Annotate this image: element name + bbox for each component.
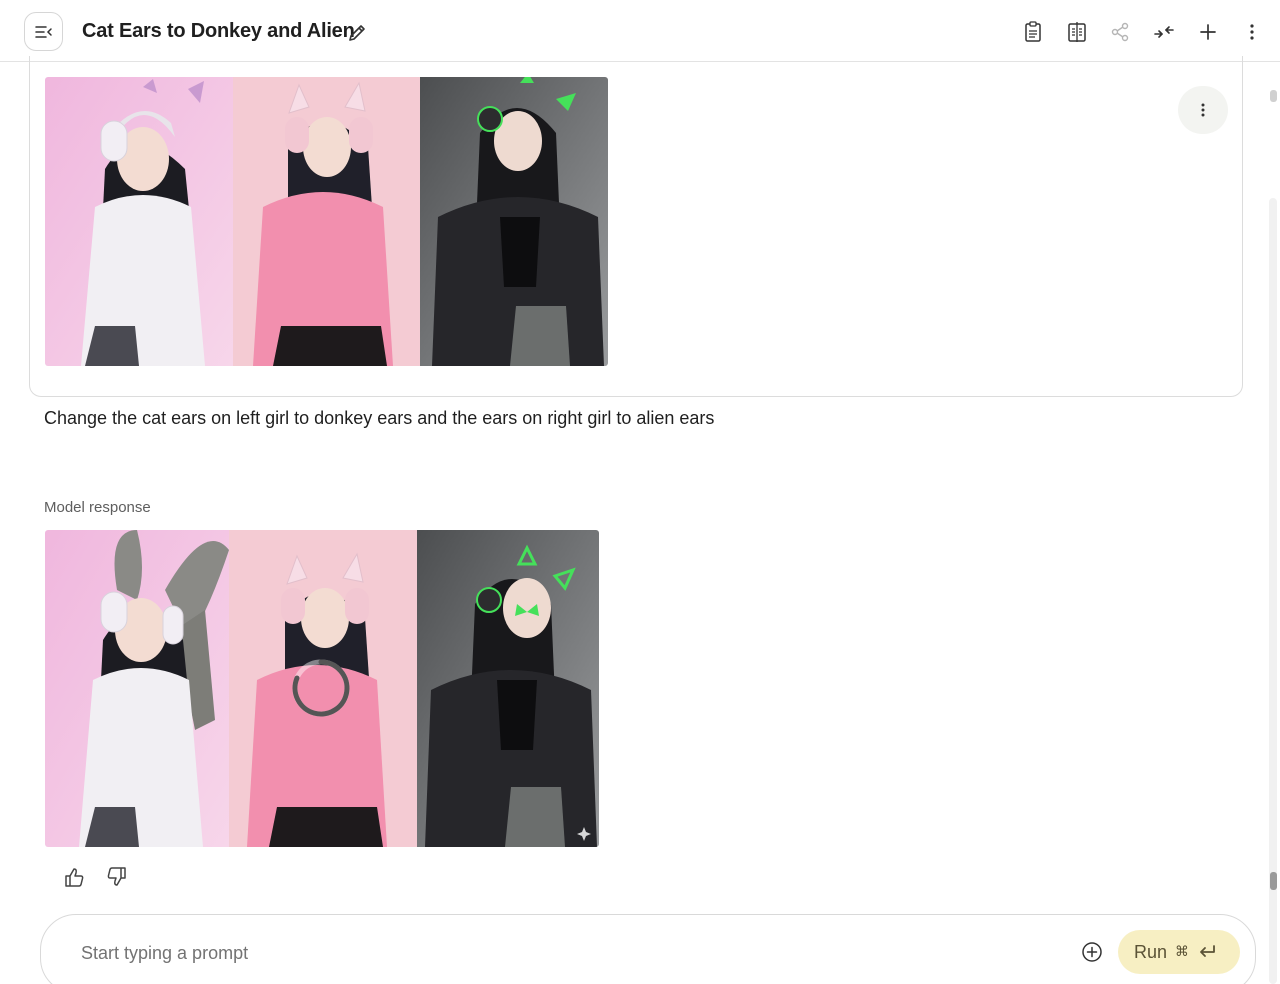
response-image[interactable] — [45, 530, 599, 847]
top-bar: Cat Ears to Donkey and Alien — [0, 0, 1280, 62]
prompt-more-button[interactable] — [1178, 86, 1228, 134]
collapse-icon — [1154, 26, 1174, 38]
run-shortcut-command: ⌘ — [1175, 944, 1190, 960]
prompt-text: Change the cat ears on left girl to donk… — [44, 408, 715, 428]
page-title: Cat Ears to Donkey and Alien — [82, 20, 355, 42]
more-options-button[interactable] — [1240, 20, 1264, 44]
thumbs-up-icon — [65, 868, 84, 887]
thumbs-up-button[interactable] — [61, 864, 87, 890]
run-button-label: Run — [1134, 941, 1168, 962]
prompt-input[interactable] — [81, 939, 981, 967]
add-circle-icon — [1082, 942, 1102, 962]
run-button[interactable]: Run ⌘ — [1118, 930, 1240, 974]
add-media-button[interactable] — [1081, 941, 1103, 963]
clipboard-button[interactable] — [1021, 20, 1045, 44]
prompt-image-panel-left — [45, 77, 233, 366]
compare-button[interactable] — [1065, 20, 1089, 44]
menu-collapse-button[interactable] — [24, 12, 63, 51]
plus-icon — [1200, 24, 1216, 40]
response-image-panel-left — [45, 530, 229, 847]
menu-collapse-icon — [34, 25, 52, 38]
compare-icon — [1068, 22, 1086, 42]
thumbs-down-icon — [107, 867, 126, 886]
scrollbar[interactable] — [1266, 63, 1280, 984]
thumbs-down-button[interactable] — [104, 864, 130, 890]
model-response-label: Model response — [44, 499, 151, 516]
collapse-button[interactable] — [1152, 20, 1176, 44]
edit-icon — [349, 25, 365, 41]
clipboard-icon — [1025, 21, 1041, 42]
share-icon — [1111, 22, 1129, 42]
scroll-marker-top — [1270, 90, 1277, 102]
more-vert-icon — [1250, 24, 1254, 40]
response-image-panel-right — [417, 530, 599, 847]
prompt-input-bar: Run ⌘ — [40, 914, 1256, 984]
prompt-image-panel-right — [420, 77, 608, 366]
prompt-image-panel-middle — [233, 77, 420, 366]
prompt-image[interactable] — [45, 77, 608, 366]
share-button[interactable] — [1108, 20, 1132, 44]
enter-key-icon — [1200, 945, 1215, 957]
scroll-marker — [1270, 872, 1277, 890]
edit-title-button[interactable] — [346, 22, 368, 44]
more-vert-icon — [1201, 103, 1205, 117]
scroll-thumb[interactable] — [1269, 198, 1277, 984]
new-chat-button[interactable] — [1196, 20, 1220, 44]
response-image-panel-middle — [229, 530, 417, 847]
